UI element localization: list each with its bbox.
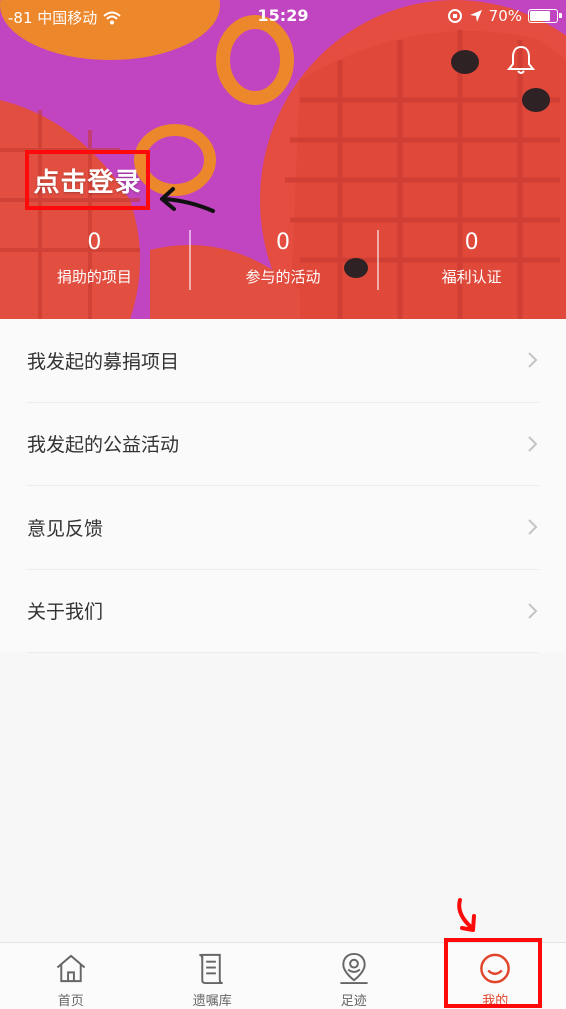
stat-value: 0 [464,230,479,255]
profile-header: -81 中国移动 15:29 70% 点击登录 0 捐助的项目 0 参与的活动 … [0,0,566,319]
stat-joined-activities[interactable]: 0 参与的活动 [188,228,378,298]
annotation-arrow-icon [160,187,215,213]
menu-item-my-fundraising[interactable]: 我发起的募捐项目 [27,319,539,403]
chevron-right-icon [528,352,538,368]
stat-donated-projects[interactable]: 0 捐助的项目 [0,228,189,298]
menu-list: 我发起的募捐项目 我发起的公益活动 意见反馈 关于我们 [0,319,566,653]
bell-icon[interactable] [506,44,536,76]
tab-label: 遗嘱库 [192,994,232,1009]
menu-item-label: 我发起的募捐项目 [27,350,180,373]
status-right: 70% [447,7,562,25]
chevron-right-icon [528,519,538,535]
stat-label: 福利认证 [441,268,502,286]
home-icon [56,954,85,983]
menu-item-my-activities[interactable]: 我发起的公益活动 [27,403,539,486]
menu-item-label: 我发起的公益活动 [27,434,180,457]
menu-item-feedback[interactable]: 意见反馈 [27,486,539,570]
tab-home[interactable]: 首页 [0,943,142,1009]
menu-item-label: 意见反馈 [27,517,104,540]
tab-will-library[interactable]: 遗嘱库 [142,943,284,1009]
stat-label: 捐助的项目 [56,268,132,286]
stats-row: 0 捐助的项目 0 参与的活动 0 福利认证 [0,228,566,298]
menu-item-label: 关于我们 [27,601,104,624]
chevron-right-icon [528,603,538,619]
battery-icon [528,9,562,23]
annotation-arrow-icon [457,898,476,932]
annotation-highlight-box [444,938,542,1008]
stat-value: 0 [87,230,102,255]
status-bar: -81 中国移动 15:29 70% [0,0,566,32]
stat-welfare-certification[interactable]: 0 福利认证 [377,228,566,298]
tab-footprints[interactable]: 足迹 [283,943,425,1009]
login-button[interactable]: 点击登录 [25,150,150,210]
tab-label: 足迹 [340,994,367,1009]
orientation-lock-icon [447,9,462,23]
stat-value: 0 [276,230,290,255]
battery-percent: 70% [488,7,522,25]
stat-label: 参与的活动 [245,268,321,286]
chevron-right-icon [528,436,538,452]
menu-item-about-us[interactable]: 关于我们 [27,570,539,653]
scroll-icon [199,953,224,985]
location-pin-icon [340,952,368,985]
tab-label: 首页 [57,994,84,1009]
location-arrow-icon [469,10,482,22]
